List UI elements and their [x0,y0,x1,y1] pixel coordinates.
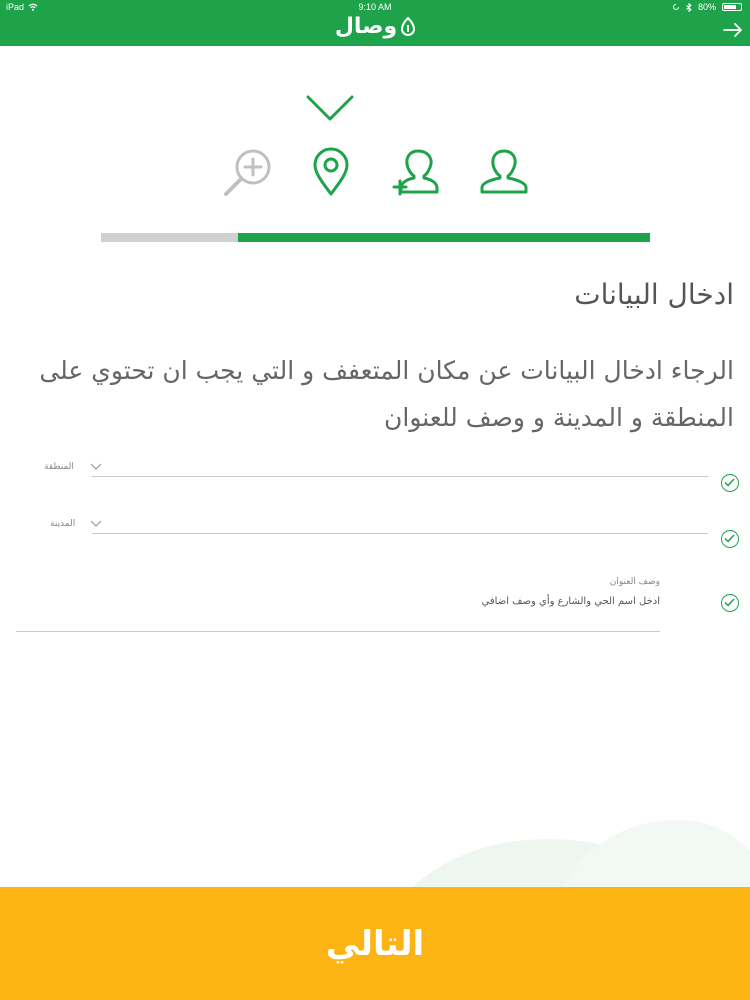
bluetooth-icon [686,2,692,12]
top-bar: iPad 9:10 AM 80% وصال [0,0,750,46]
city-underline [92,533,708,534]
app-logo: وصال [0,14,750,39]
check-circle-icon [721,530,739,548]
chevron-down-icon[interactable] [90,520,102,528]
address-field[interactable]: وصف العنوان ادخل اسم الحي والشارع وأي وص… [0,572,750,634]
magnifier-plus-icon[interactable] [222,148,274,198]
next-button-label: التالي [325,923,425,964]
user-icon[interactable] [478,147,530,197]
page-description: الرجاء ادخال البيانات عن مكان المتعفف و … [39,356,734,432]
address-placeholder[interactable]: ادخل اسم الحي والشارع وأي وصف اضافي [260,596,660,607]
user-add-icon[interactable] [390,147,442,197]
region-select[interactable]: المنطقة [0,455,750,495]
chevron-down-icon [306,95,354,121]
rotation-lock-icon [673,4,679,10]
address-underline [16,631,660,632]
background-decoration [410,820,750,890]
progress-bar [101,233,650,242]
address-label: وصف العنوان [609,577,660,587]
location-pin-icon[interactable] [312,147,350,197]
region-label: المنطقة [44,462,74,472]
check-circle-icon [721,594,739,612]
page-title: ادخال البيانات [574,278,734,311]
battery-percent: 80% [697,2,716,12]
battery-fill [724,5,737,9]
chevron-down-icon[interactable] [90,463,102,471]
logo-text: وصال [334,14,398,39]
logo-drop-icon [401,16,416,36]
next-button[interactable]: التالي [0,887,750,1000]
region-underline [92,476,708,477]
city-select[interactable]: المدينة [0,512,750,552]
progress-fill [238,233,650,242]
status-right: 80% [672,2,742,12]
check-circle-icon [721,474,739,492]
status-time: 9:10 AM [358,2,392,12]
battery-icon [722,3,742,11]
city-label: المدينة [50,519,76,529]
stepper [0,92,750,202]
arrow-right-icon[interactable] [722,20,744,40]
